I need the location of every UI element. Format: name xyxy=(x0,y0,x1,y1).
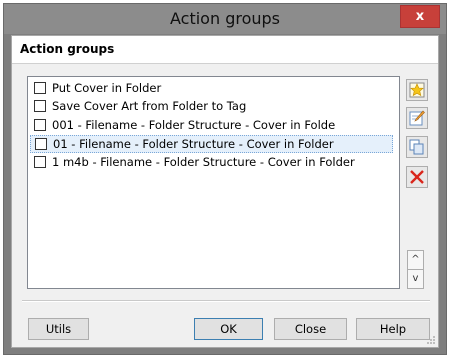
list-item-selected[interactable]: 01 - Filename - Folder Structure - Cover… xyxy=(30,135,393,153)
delete-x-icon xyxy=(410,170,424,184)
list-item[interactable]: Put Cover in Folder xyxy=(30,80,393,98)
list-item[interactable]: Save Cover Art from Folder to Tag xyxy=(30,98,393,116)
item-checkbox[interactable] xyxy=(34,156,46,168)
item-label: 01 - Filename - Folder Structure - Cover… xyxy=(53,137,334,151)
item-checkbox[interactable] xyxy=(34,100,46,112)
window-close-button[interactable]: x xyxy=(400,5,440,28)
item-label: Put Cover in Folder xyxy=(52,81,162,95)
dialog-window: Action groups x Action groups Put Cover … xyxy=(3,3,447,355)
duplicate-action-group-button[interactable] xyxy=(406,136,428,158)
duplicate-icon xyxy=(409,139,424,155)
window-title: Action groups xyxy=(170,9,280,28)
footer-divider xyxy=(22,300,430,302)
action-group-list[interactable]: Put Cover in Folder Save Cover Art from … xyxy=(27,76,400,289)
edit-action-group-button[interactable] xyxy=(406,107,428,129)
resize-grip-icon[interactable] xyxy=(426,335,436,345)
close-button[interactable]: Close xyxy=(274,318,347,340)
item-label: 001 - Filename - Folder Structure - Cove… xyxy=(52,118,336,132)
move-up-button[interactable]: ^ xyxy=(407,250,424,270)
item-label: 1 m4b - Filename - Folder Structure - Co… xyxy=(52,155,355,169)
item-checkbox[interactable] xyxy=(35,138,47,150)
new-star-icon xyxy=(409,82,425,98)
ok-button[interactable]: OK xyxy=(194,318,263,340)
list-item[interactable]: 001 - Filename - Folder Structure - Cove… xyxy=(30,117,393,135)
section-heading: Action groups xyxy=(20,42,115,56)
chevron-down-icon: v xyxy=(412,273,419,284)
header-band: Action groups xyxy=(12,36,438,64)
chevron-up-icon: ^ xyxy=(411,254,420,265)
dialog-client-area: Action groups Put Cover in Folder Save C… xyxy=(11,35,439,348)
new-action-group-button[interactable] xyxy=(406,79,428,101)
item-checkbox[interactable] xyxy=(34,119,46,131)
item-checkbox[interactable] xyxy=(34,82,46,94)
title-bar[interactable]: Action groups x xyxy=(4,4,446,34)
delete-action-group-button[interactable] xyxy=(406,166,428,188)
item-label: Save Cover Art from Folder to Tag xyxy=(52,99,247,113)
help-button[interactable]: Help xyxy=(356,318,430,340)
list-item[interactable]: 1 m4b - Filename - Folder Structure - Co… xyxy=(30,154,393,172)
utils-button[interactable]: Utils xyxy=(28,318,89,340)
edit-pencil-icon xyxy=(409,110,425,126)
move-down-button[interactable]: v xyxy=(407,269,424,289)
